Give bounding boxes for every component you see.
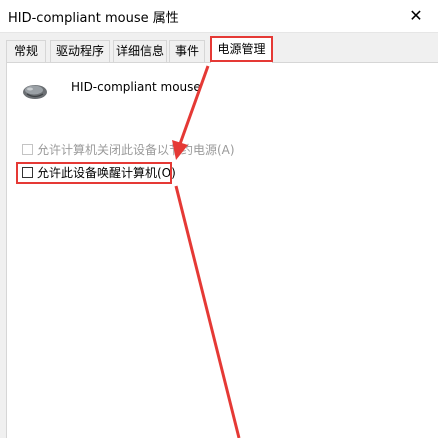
arrow-line-upper [178, 65, 210, 145]
properties-dialog: HID-compliant mouse 属性 ✕ 常规 驱动程序 详细信息 事件… [0, 0, 438, 438]
annotation-arrows [172, 65, 241, 438]
arrow-head-upper [172, 140, 188, 160]
arrow-line-lower [174, 185, 241, 438]
